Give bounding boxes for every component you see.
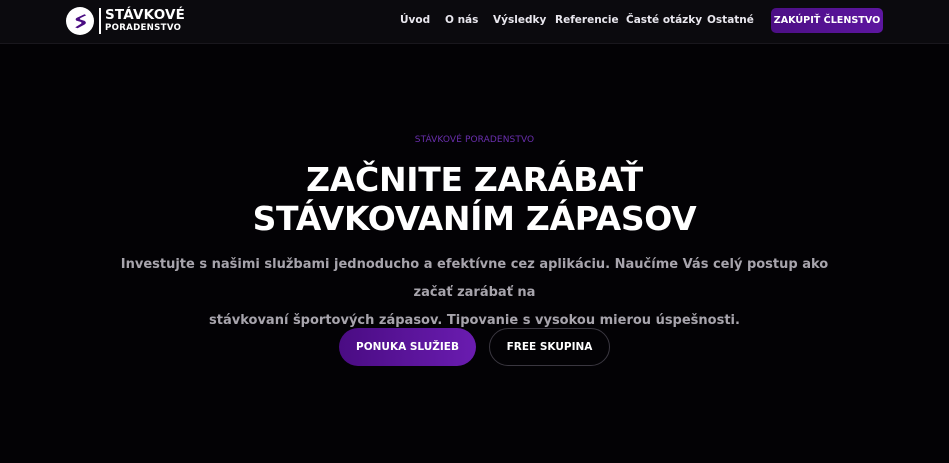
hero-description: Investujte s našimi službami jednoducho …	[100, 251, 849, 335]
nav-item-caste-otazky[interactable]: Časté otázky	[626, 14, 702, 26]
nav-item-referencie[interactable]: Referencie	[555, 14, 619, 26]
site-header: STÁVKOVÉ PORADENSTVO Úvod O nás Výsledky…	[0, 0, 949, 44]
nav-item-ostatne[interactable]: Ostatné	[707, 14, 754, 26]
buy-membership-button[interactable]: ZAKÚPIŤ ČLENSTVO	[771, 8, 883, 33]
hero-headline: ZAČNITE ZARÁBAŤ STÁVKOVANÍM ZÁPASOV	[0, 160, 949, 238]
free-group-button[interactable]: FREE SKUPINA	[489, 328, 610, 366]
hero-headline-line1: ZAČNITE ZARÁBAŤ	[306, 160, 643, 199]
nav-item-uvod[interactable]: Úvod	[400, 14, 430, 26]
nav-item-vysledky[interactable]: Výsledky	[493, 14, 546, 26]
nav-item-o-nas[interactable]: O nás	[445, 14, 478, 26]
page: STÁVKOVÉ PORADENSTVO Úvod O nás Výsledky…	[0, 0, 949, 463]
hero-description-line1: Investujte s našimi službami jednoducho …	[120, 257, 829, 300]
hero-description-line2: stávkovaní športových zápasov. Tipovanie…	[209, 313, 740, 328]
hero-headline-line2: STÁVKOVANÍM ZÁPASOV	[252, 199, 697, 238]
hero-eyebrow: STÁVKOVÉ PORADENSTVO	[414, 135, 535, 145]
services-offer-button[interactable]: PONUKA SLUŽIEB	[339, 328, 476, 366]
